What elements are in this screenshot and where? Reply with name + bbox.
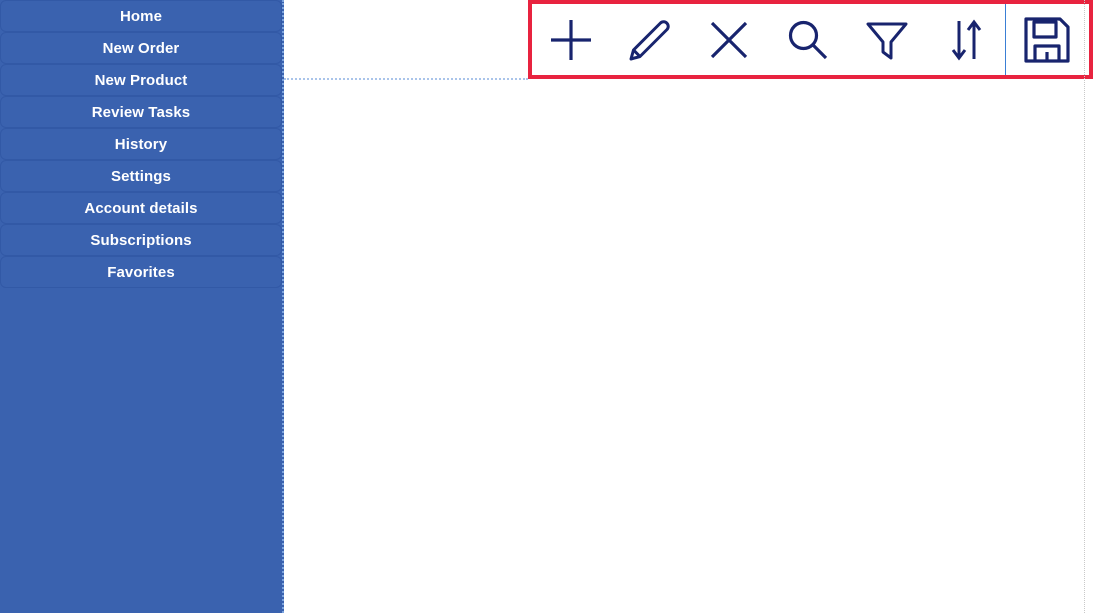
- sidebar-item-label: Home: [119, 8, 163, 25]
- sidebar-item-label: Subscriptions: [90, 232, 192, 249]
- filter-button[interactable]: [847, 4, 926, 75]
- page-right-guide: [1084, 0, 1085, 613]
- content-area: [286, 80, 1093, 613]
- filter-funnel-icon: [864, 17, 910, 63]
- save-floppy-icon: [1022, 15, 1072, 65]
- sidebar-item-new-product[interactable]: New Product: [0, 64, 282, 96]
- search-icon: [785, 17, 831, 63]
- sidebar-item-label: New Product: [94, 72, 188, 89]
- sidebar-menu: Home New Order New Product Review Tasks …: [0, 0, 282, 288]
- pencil-icon: [627, 17, 673, 63]
- plus-icon: [548, 17, 594, 63]
- save-button-group: [1006, 4, 1089, 75]
- sidebar-item-subscriptions[interactable]: Subscriptions: [0, 224, 282, 256]
- sidebar-item-history[interactable]: History: [0, 128, 282, 160]
- sidebar-item-favorites[interactable]: Favorites: [0, 256, 282, 288]
- sidebar-item-label: History: [114, 136, 168, 153]
- toolbar-highlight-box: [528, 0, 1093, 79]
- add-button[interactable]: [532, 4, 611, 75]
- sidebar-item-label: Review Tasks: [91, 104, 191, 121]
- edit-button[interactable]: [611, 4, 690, 75]
- sidebar-item-label: New Order: [102, 40, 180, 57]
- sidebar-item-label: Settings: [111, 168, 171, 185]
- app-root: Home New Order New Product Review Tasks …: [0, 0, 1093, 613]
- sidebar-item-label: Favorites: [107, 264, 175, 281]
- sidebar-item-settings[interactable]: Settings: [0, 160, 282, 192]
- sidebar-item-label: Account details: [84, 200, 198, 217]
- sidebar-item-home[interactable]: Home: [0, 0, 282, 32]
- sidebar-item-account-details[interactable]: Account details: [0, 192, 282, 224]
- delete-button[interactable]: [690, 4, 769, 75]
- close-x-icon: [706, 17, 752, 63]
- sort-button[interactable]: [926, 4, 1005, 75]
- search-button[interactable]: [768, 4, 847, 75]
- toolbar: [532, 4, 1089, 75]
- sidebar-item-review-tasks[interactable]: Review Tasks: [0, 96, 282, 128]
- sidebar-item-new-order[interactable]: New Order: [0, 32, 282, 64]
- sort-arrows-icon: [943, 17, 989, 63]
- save-button[interactable]: [1006, 4, 1089, 75]
- sidebar: Home New Order New Product Review Tasks …: [0, 0, 284, 613]
